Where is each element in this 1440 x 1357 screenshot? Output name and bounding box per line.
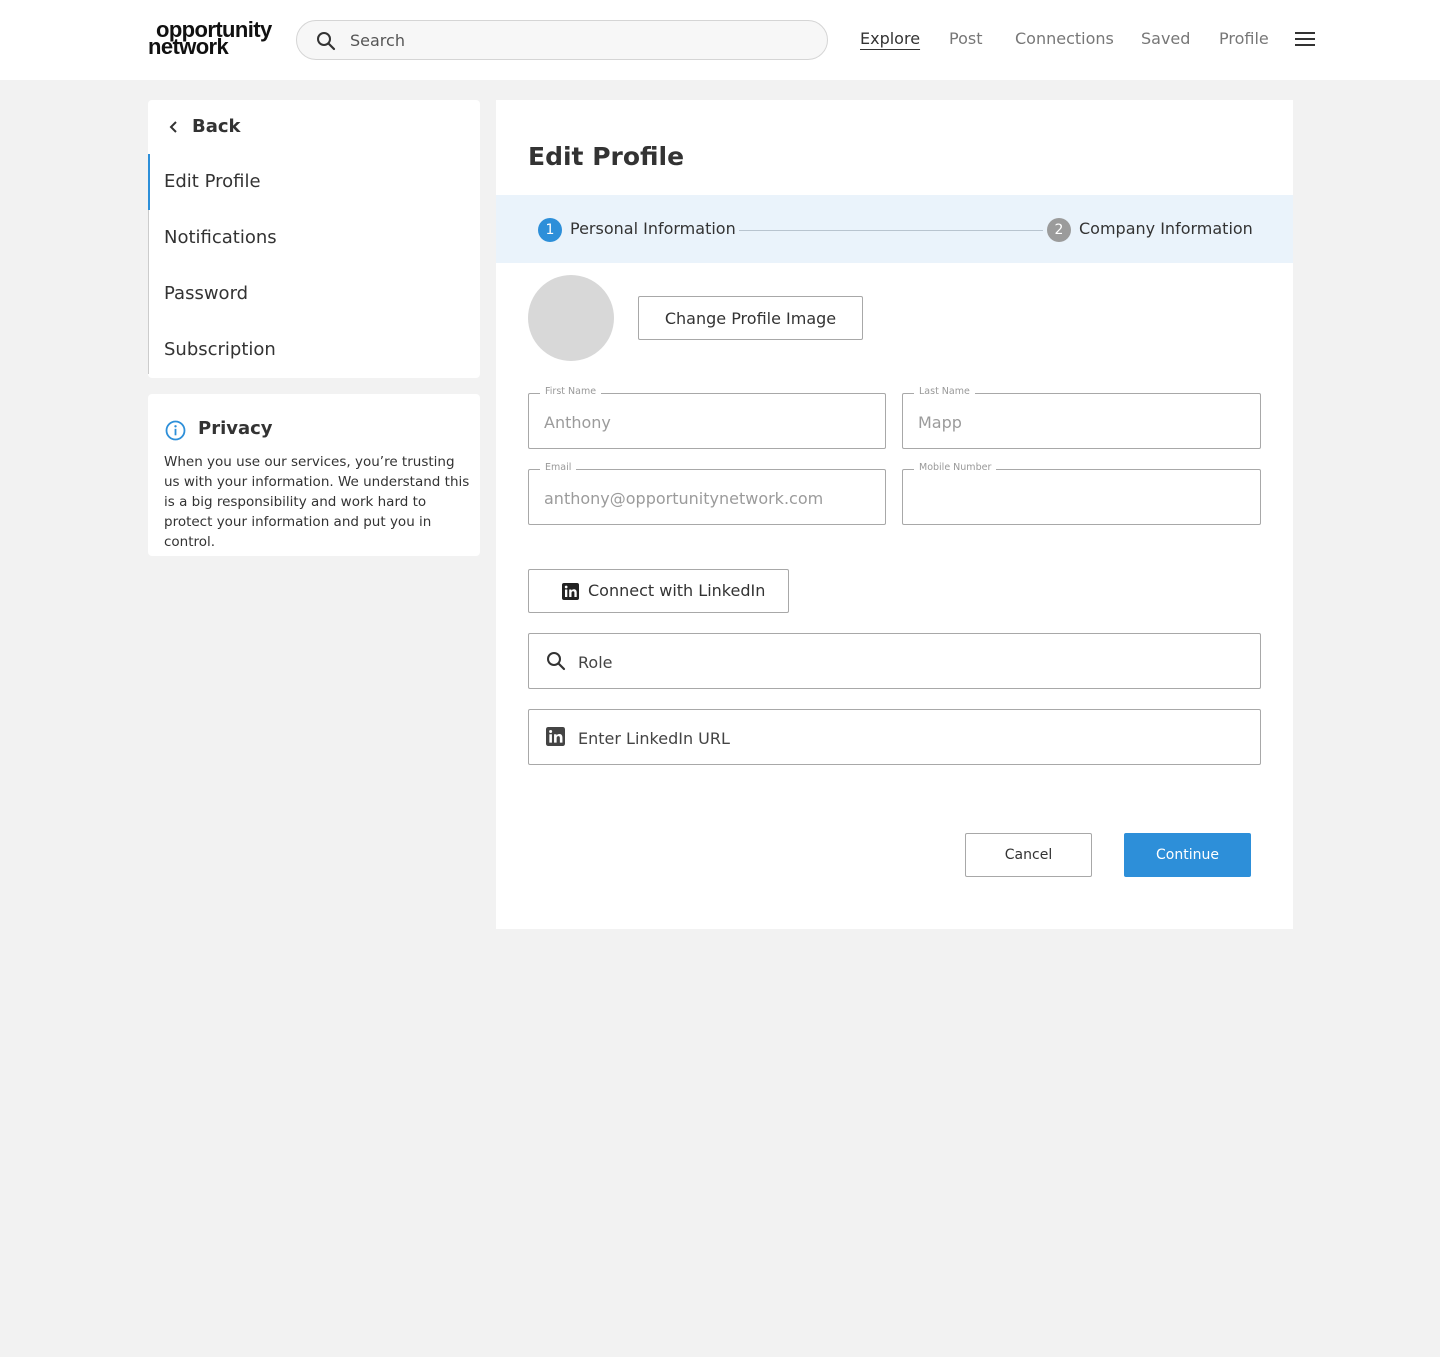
chevron-left-icon	[169, 121, 177, 133]
nav-saved[interactable]: Saved	[1141, 29, 1190, 53]
active-item-indicator	[148, 154, 150, 210]
avatar	[528, 275, 614, 361]
back-label: Back	[192, 116, 241, 137]
step-1-label[interactable]: Personal Information	[570, 219, 736, 238]
last-name-field[interactable]: Last Name	[902, 386, 1261, 449]
nav-post[interactable]: Post	[949, 29, 982, 53]
mobile-number-label: Mobile Number	[914, 462, 997, 473]
mobile-number-field[interactable]: Mobile Number	[902, 462, 1261, 525]
mobile-number-input[interactable]	[918, 486, 1238, 510]
last-name-input[interactable]	[918, 410, 1238, 434]
linkedin-url-input[interactable]	[578, 726, 1238, 750]
role-search-field[interactable]	[528, 633, 1261, 689]
info-icon	[165, 420, 186, 441]
email-field[interactable]: Email	[528, 462, 886, 525]
step-1-number: 1	[538, 218, 562, 242]
connect-linkedin-button[interactable]: Connect with LinkedIn	[528, 569, 789, 613]
sidebar-item-edit-profile[interactable]: Edit Profile	[164, 171, 261, 192]
step-2-label[interactable]: Company Information	[1079, 219, 1253, 238]
step-2-number: 2	[1047, 218, 1071, 242]
settings-sidebar: Back Edit Profile Notifications Password…	[148, 100, 480, 378]
privacy-text: When you use our services, you’re trusti…	[164, 454, 470, 550]
linkedin-icon	[562, 583, 579, 600]
connect-linkedin-label: Connect with LinkedIn	[588, 581, 766, 600]
email-input[interactable]	[544, 486, 864, 510]
global-search[interactable]	[296, 20, 828, 60]
email-label: Email	[540, 462, 577, 473]
last-name-label: Last Name	[914, 386, 975, 397]
sidebar-item-subscription[interactable]: Subscription	[164, 339, 276, 360]
change-profile-image-button[interactable]: Change Profile Image	[638, 296, 863, 340]
linkedin-url-field[interactable]	[528, 709, 1261, 765]
continue-button[interactable]: Continue	[1124, 833, 1251, 877]
privacy-card: Privacy When you use our services, you’r…	[148, 394, 480, 556]
hamburger-menu-icon[interactable]	[1295, 32, 1315, 47]
nav-connections[interactable]: Connections	[1015, 29, 1114, 53]
progress-stepper: 1 Personal Information 2 Company Informa…	[496, 195, 1293, 263]
nav-explore[interactable]: Explore	[860, 29, 920, 53]
search-input[interactable]	[350, 27, 810, 53]
privacy-title: Privacy	[198, 418, 273, 439]
first-name-field[interactable]: First Name	[528, 386, 886, 449]
step-connector	[739, 230, 1043, 231]
opportunity-network-logo[interactable]: opportunity network	[148, 19, 278, 58]
first-name-label: First Name	[540, 386, 602, 397]
search-icon	[547, 652, 566, 671]
sidebar-item-password[interactable]: Password	[164, 283, 248, 304]
linkedin-icon	[546, 727, 565, 746]
search-icon	[317, 32, 336, 51]
first-name-input[interactable]	[544, 410, 864, 434]
sidebar-item-notifications[interactable]: Notifications	[164, 227, 277, 248]
edit-profile-panel: Edit Profile 1 Personal Information 2 Co…	[496, 100, 1293, 929]
role-input[interactable]	[578, 650, 1238, 674]
top-header: opportunity network Explore Post Connect…	[0, 0, 1440, 80]
nav-profile[interactable]: Profile	[1219, 29, 1269, 53]
page-title: Edit Profile	[528, 142, 685, 171]
cancel-button[interactable]: Cancel	[965, 833, 1092, 877]
